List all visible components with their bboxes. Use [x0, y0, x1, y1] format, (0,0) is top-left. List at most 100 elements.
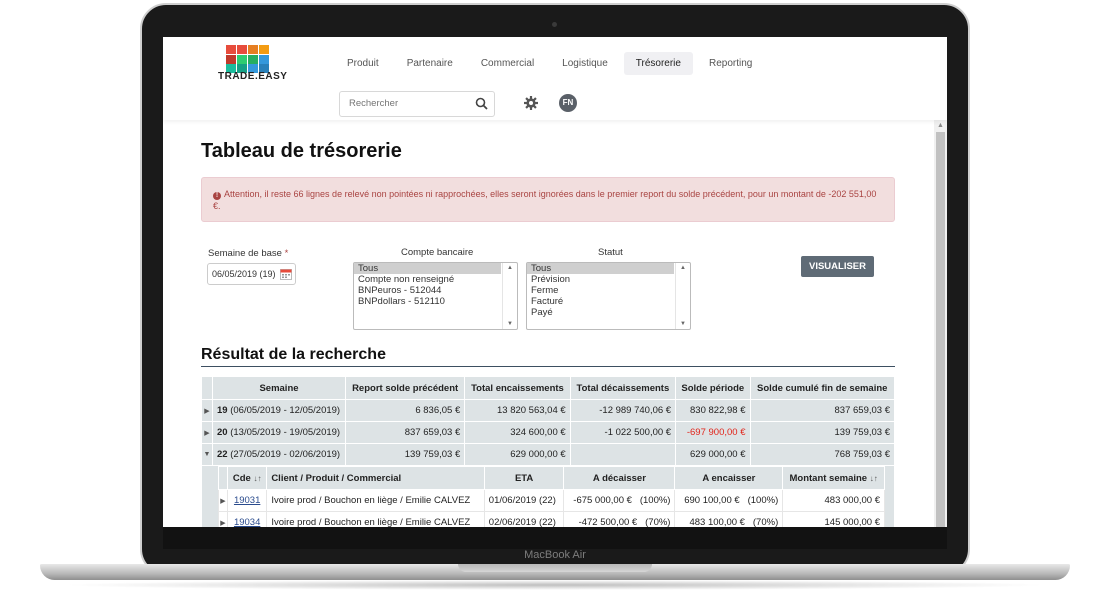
- statut-label: Statut: [598, 247, 623, 258]
- detail-container: Cde ↓↑ Client / Produit / Commercial ETA A …: [201, 465, 895, 527]
- exclamation-icon: !: [213, 192, 221, 200]
- caret-right-icon[interactable]: ▶: [201, 399, 213, 422]
- alert-text: Attention, il reste 66 lignes de relevé …: [213, 189, 877, 211]
- client-cell: Ivoire prod / Bouchon en liège / Emilie …: [266, 489, 485, 512]
- page-title: Tableau de trésorerie: [201, 140, 402, 162]
- compte-option[interactable]: BNPdollars - 512110: [354, 296, 501, 307]
- scrollbar-thumb[interactable]: [936, 132, 945, 527]
- statut-option[interactable]: Ferme: [527, 285, 674, 296]
- caret-right-icon[interactable]: ▶: [201, 421, 213, 444]
- detail-column-header[interactable]: A décaisser: [563, 466, 676, 490]
- caret-right-icon[interactable]: ▶: [218, 511, 228, 527]
- nav-tab-produit[interactable]: Produit: [335, 52, 391, 75]
- expand-column-header: [218, 466, 228, 490]
- nav-tab-partenaire[interactable]: Partenaire: [395, 52, 465, 75]
- cumul-cell: 837 659,03 €: [749, 399, 895, 422]
- detail-column-header[interactable]: Cde ↓↑: [226, 466, 268, 490]
- compte-option[interactable]: Compte non renseigné: [354, 274, 501, 285]
- week-cell: 22 (27/05/2019 - 02/06/2019): [212, 443, 346, 466]
- week-cell: 19 (06/05/2019 - 12/05/2019): [212, 399, 346, 422]
- decaissements-cell: -1 022 500,00 €: [569, 421, 677, 444]
- visualiser-button[interactable]: VISUALISER: [801, 256, 874, 277]
- logo-text: TRADE.EASY: [218, 71, 288, 82]
- search-icon[interactable]: [475, 97, 488, 110]
- detail-column-header[interactable]: A encaisser: [674, 466, 784, 490]
- week-number: 19: [217, 405, 228, 416]
- detail-column-header[interactable]: Client / Produit / Commercial: [266, 466, 485, 490]
- column-header[interactable]: Solde période: [675, 376, 751, 400]
- search-input[interactable]: [349, 98, 469, 109]
- montant-semaine-cell: 145 000,00 €: [782, 511, 885, 527]
- decaissements-cell: [569, 443, 677, 466]
- scroll-up-icon[interactable]: ▲: [937, 122, 944, 129]
- order-link[interactable]: 19031: [234, 495, 260, 506]
- gear-icon[interactable]: [524, 96, 538, 110]
- calendar-icon[interactable]: [280, 268, 292, 280]
- logo-square: [237, 45, 247, 54]
- listbox-scrollbar[interactable]: ▲ ▼: [502, 263, 517, 329]
- listbox-scrollbar[interactable]: ▲ ▼: [675, 263, 690, 329]
- nav-tab-logistique[interactable]: Logistique: [550, 52, 620, 75]
- arrow-up-icon[interactable]: ▲: [507, 265, 513, 271]
- compte-option[interactable]: BNPeuros - 512044: [354, 285, 501, 296]
- nav-tab-commercial[interactable]: Commercial: [469, 52, 546, 75]
- client-cell: Ivoire prod / Bouchon en liège / Emilie …: [266, 511, 485, 527]
- statut-listbox[interactable]: Tous Prévision Ferme Facturé Payé ▲ ▼: [526, 262, 691, 330]
- page-scrollbar[interactable]: ▲: [934, 120, 947, 527]
- column-header[interactable]: Total encaissements: [464, 376, 571, 400]
- a-encaisser-cell: 690 100,00 € (100%): [674, 489, 784, 512]
- column-header[interactable]: Report solde précédent: [344, 376, 466, 400]
- encaissements-cell: 629 000,00 €: [464, 443, 571, 466]
- results-title: Résultat de la recherche: [201, 346, 386, 363]
- logo-square: [237, 54, 247, 64]
- detail-table-row[interactable]: ▶ 19034 Ivoire prod / Bouchon en liège / E…: [218, 511, 885, 527]
- detail-column-header[interactable]: Montant semaine ↓↑: [782, 466, 885, 490]
- statut-option[interactable]: Payé: [527, 307, 674, 318]
- sort-icon[interactable]: ↓↑: [870, 474, 878, 483]
- a-encaisser-cell: 483 100,00 € (70%): [674, 511, 784, 527]
- a-decaisser-cell: -472 500,00 € (70%): [563, 511, 676, 527]
- main-nav: Produit Partenaire Commercial Logistique Tré…: [335, 52, 768, 75]
- nav-tab-reporting[interactable]: Reporting: [697, 52, 764, 75]
- arrow-down-icon[interactable]: ▼: [680, 321, 686, 327]
- column-header[interactable]: Solde cumulé fin de semaine: [749, 376, 895, 400]
- arrow-down-icon[interactable]: ▼: [507, 321, 513, 327]
- search-box: [339, 91, 495, 117]
- statut-option[interactable]: Facturé: [527, 296, 674, 307]
- caret-right-icon[interactable]: ▶: [218, 489, 228, 512]
- semaine-date-value: 06/05/2019 (19): [212, 269, 276, 279]
- table-row[interactable]: ▼ 22 (27/05/2019 - 02/06/2019) 139 759,03 …: [201, 443, 895, 466]
- logo-square: [226, 45, 236, 54]
- compte-option[interactable]: Tous: [354, 263, 501, 274]
- table-row[interactable]: ▶ 20 (13/05/2019 - 19/05/2019) 837 659,03 …: [201, 421, 895, 444]
- sort-icon[interactable]: ↓↑: [253, 474, 261, 483]
- caret-down-icon[interactable]: ▼: [201, 443, 213, 466]
- laptop-notch: [458, 564, 652, 572]
- warning-alert: ! Attention, il reste 66 lignes de relevé…: [201, 177, 895, 222]
- logo-square: [248, 54, 258, 64]
- week-range: (13/05/2019 - 19/05/2019): [230, 427, 341, 438]
- statut-option[interactable]: Prévision: [527, 274, 674, 285]
- app-screen: TRADE.EASY Produit Partenaire Commercial Lo…: [163, 37, 947, 527]
- nav-tab-tresorerie[interactable]: Trésorerie: [623, 52, 693, 75]
- montant-semaine-cell: 483 000,00 €: [782, 489, 885, 512]
- statut-option[interactable]: Tous: [527, 263, 674, 274]
- week-number: 20: [217, 427, 228, 438]
- compte-label: Compte bancaire: [401, 247, 474, 258]
- arrow-up-icon[interactable]: ▲: [680, 265, 686, 271]
- semaine-date-field[interactable]: 06/05/2019 (19): [207, 263, 296, 285]
- order-link[interactable]: 19034: [234, 517, 260, 527]
- results-table: Semaine Report solde précédent Total encai…: [201, 376, 895, 527]
- compte-listbox[interactable]: Tous Compte non renseigné BNPeuros - 51204…: [353, 262, 518, 330]
- detail-table: Cde ↓↑ Client / Produit / Commercial ETA A …: [218, 466, 885, 527]
- column-header[interactable]: Total décaissements: [569, 376, 677, 400]
- detail-table-row[interactable]: ▶ 19031 Ivoire prod / Bouchon en liège / E…: [218, 489, 885, 512]
- logo-square: [248, 45, 258, 54]
- table-row[interactable]: ▶ 19 (06/05/2019 - 12/05/2019) 6 836,05 €1…: [201, 399, 895, 422]
- week-cell: 20 (13/05/2019 - 19/05/2019): [212, 421, 346, 444]
- laptop-shadow: [60, 580, 1050, 590]
- detail-column-header[interactable]: ETA: [483, 466, 565, 490]
- column-header[interactable]: Semaine: [212, 376, 346, 400]
- avatar[interactable]: FN: [559, 94, 577, 112]
- week-number: 22: [217, 449, 228, 460]
